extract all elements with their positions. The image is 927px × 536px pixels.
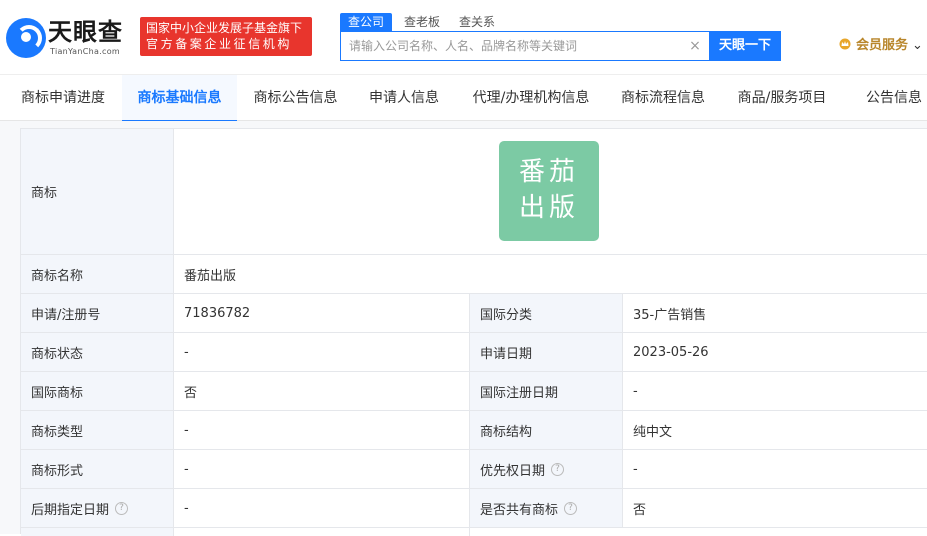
search-tab-relation[interactable]: 查关系 bbox=[459, 13, 495, 31]
logo-mark-icon bbox=[6, 18, 46, 58]
field-label: 商标形式 bbox=[21, 450, 174, 488]
field-value: - bbox=[174, 333, 470, 371]
vip-service-menu[interactable]: 会员服务 ⌄ bbox=[838, 37, 923, 55]
field-label: 国际注册日期 bbox=[470, 372, 623, 410]
field-label: 申请日期 bbox=[470, 333, 623, 371]
field-value: 纯中文 bbox=[633, 424, 673, 440]
table-row-partial bbox=[21, 528, 927, 536]
field-value: 35-广告销售 bbox=[633, 307, 707, 323]
logo-name: 天眼查 bbox=[48, 18, 123, 46]
field-label: 国际分类 bbox=[470, 294, 623, 332]
clear-icon[interactable]: × bbox=[687, 38, 703, 54]
field-value bbox=[174, 528, 470, 536]
tianyancha-logo[interactable]: 天眼查 TianYanCha.com bbox=[6, 18, 130, 58]
help-icon[interactable]: ? bbox=[564, 501, 578, 515]
tab-goods-services[interactable]: 商品/服务项目 bbox=[728, 75, 836, 121]
field-label: 是否共有商标 bbox=[480, 502, 559, 518]
chevron-down-icon: ⌄ bbox=[912, 38, 923, 53]
tab-announcement-info[interactable]: 商标公告信息 bbox=[243, 75, 348, 121]
field-value: - bbox=[174, 411, 470, 449]
table-row: 商标名称 番茄出版 bbox=[21, 255, 927, 294]
logo-domain: TianYanCha.com bbox=[50, 47, 120, 56]
field-label: 后期指定日期 bbox=[31, 502, 110, 518]
table-row: 商标类型 - 商标结构 纯中文 bbox=[21, 411, 927, 450]
field-label: 申请/注册号 bbox=[21, 294, 174, 332]
trademark-logo-label: 商标 bbox=[21, 129, 174, 254]
tab-agency-info[interactable]: 代理/办理机构信息 bbox=[462, 75, 600, 121]
tab-applicant-info[interactable]: 申请人信息 bbox=[360, 75, 448, 121]
vip-service-label: 会员服务 bbox=[856, 38, 909, 53]
trademark-name-label: 商标名称 bbox=[21, 255, 174, 293]
help-icon[interactable]: ? bbox=[551, 462, 565, 476]
field-label: 商标类型 bbox=[21, 411, 174, 449]
search-button[interactable]: 天眼一下 bbox=[709, 31, 781, 61]
tab-basic-info[interactable]: 商标基础信息 bbox=[122, 75, 237, 122]
trademark-info-table: 商标 番茄 出版 商标名称 番茄出版 申请/注册号 71836782 国际分类 … bbox=[20, 128, 927, 536]
search-box: × 天眼一下 bbox=[340, 31, 781, 61]
trademark-logo-cell: 番茄 出版 bbox=[174, 129, 927, 254]
field-label-with-help: 后期指定日期? bbox=[21, 489, 174, 527]
field-label-with-help: 优先权日期? bbox=[470, 450, 623, 488]
field-label bbox=[21, 528, 174, 536]
crown-icon bbox=[839, 38, 851, 50]
fund-badge-line1: 国家中小企业发展子基金旗下 bbox=[146, 21, 303, 35]
field-value: - bbox=[174, 450, 470, 488]
field-value: - bbox=[633, 461, 638, 477]
main-content: 商标 番茄 出版 商标名称 番茄出版 申请/注册号 71836782 国际分类 … bbox=[0, 121, 927, 536]
detail-tabs: 商标申请进度 商标基础信息 商标公告信息 申请人信息 代理/办理机构信息 商标流… bbox=[0, 74, 927, 122]
top-header: 天眼查 TianYanCha.com 国家中小企业发展子基金旗下 官方备案企业征… bbox=[0, 0, 927, 74]
trademark-name-value: 番茄出版 bbox=[184, 268, 237, 284]
table-row: 国际商标 否 国际注册日期 - bbox=[21, 372, 927, 411]
search-input[interactable] bbox=[341, 32, 691, 60]
field-value: - bbox=[174, 489, 470, 527]
search-tab-boss[interactable]: 查老板 bbox=[404, 13, 440, 31]
table-row: 商标 番茄 出版 bbox=[21, 129, 927, 255]
field-label: 商标结构 bbox=[470, 411, 623, 449]
tab-notice-info[interactable]: 公告信息 bbox=[854, 75, 927, 121]
fund-badge[interactable]: 国家中小企业发展子基金旗下 官方备案企业征信机构 bbox=[140, 17, 312, 56]
tab-process-info[interactable]: 商标流程信息 bbox=[612, 75, 714, 121]
table-row: 申请/注册号 71836782 国际分类 35-广告销售 bbox=[21, 294, 927, 333]
tab-application-progress[interactable]: 商标申请进度 bbox=[8, 75, 118, 121]
field-label: 优先权日期 bbox=[480, 463, 546, 479]
table-row: 商标状态 - 申请日期 2023-05-26 bbox=[21, 333, 927, 372]
trademark-image[interactable]: 番茄 出版 bbox=[499, 141, 599, 241]
field-label: 国际商标 bbox=[21, 372, 174, 410]
table-row: 后期指定日期? - 是否共有商标? 否 bbox=[21, 489, 927, 528]
search-tab-company[interactable]: 查公司 bbox=[340, 13, 393, 31]
field-value: 2023-05-26 bbox=[633, 344, 709, 360]
field-label: 商标状态 bbox=[21, 333, 174, 371]
field-label-with-help: 是否共有商标? bbox=[470, 489, 623, 527]
field-value: - bbox=[633, 383, 638, 399]
field-value: 71836782 bbox=[174, 294, 470, 332]
field-value: 否 bbox=[633, 502, 647, 518]
field-value: 否 bbox=[174, 372, 470, 410]
table-row: 商标形式 - 优先权日期? - bbox=[21, 450, 927, 489]
fund-badge-line2: 官方备案企业征信机构 bbox=[146, 37, 293, 51]
help-icon[interactable]: ? bbox=[115, 501, 129, 515]
